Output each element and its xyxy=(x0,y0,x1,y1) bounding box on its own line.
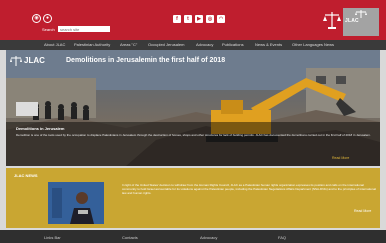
youtube-icon[interactable]: ▶ xyxy=(195,15,203,23)
hero-scale-icon xyxy=(10,56,22,66)
hero-title: Demolitions in Jerusalemin the first hal… xyxy=(66,57,226,64)
nav-item-occupied-jerusalem[interactable]: Occupied Jerusalem xyxy=(148,42,184,47)
twitter-icon[interactable]: t xyxy=(184,15,192,23)
scale-of-justice-icon xyxy=(323,12,341,29)
footer-item-links-bar[interactable]: Links Bar xyxy=(44,235,61,240)
logo[interactable]: JLAC xyxy=(343,8,379,36)
nav-item-areas-c[interactable]: Areas "C" xyxy=(120,42,137,47)
circle-icon[interactable]: ◉ xyxy=(32,14,41,23)
news-read-more-link[interactable]: Read More xyxy=(354,209,371,213)
search-input[interactable] xyxy=(58,26,110,32)
nav-item-about[interactable]: About JLAC xyxy=(44,42,65,47)
logo-text: JLAC xyxy=(345,18,359,24)
main-nav: About JLAC Palestinian Authority Areas "… xyxy=(0,40,386,50)
news-section: JLAC NEWS In light of the United States'… xyxy=(6,168,380,228)
page: ◉ ● Search f t ▶ ◎ ◠ JLAC About JLAC Pal… xyxy=(0,0,386,243)
search-label: Search xyxy=(42,27,55,32)
hero-banner[interactable]: JLAC Demolitions in Jerusalemin the firs… xyxy=(6,50,380,166)
facebook-icon[interactable]: f xyxy=(173,15,181,23)
hero-caption: Demolition is one of the tools used by t… xyxy=(16,133,371,137)
footer: Links Bar Contacts Advocacy FAQ xyxy=(0,230,386,243)
footer-item-advocacy[interactable]: Advocacy xyxy=(200,235,217,240)
footer-item-faq[interactable]: FAQ xyxy=(278,235,286,240)
nav-item-other-languages[interactable]: Other Languages News xyxy=(292,42,334,47)
footer-item-contacts[interactable]: Contacts xyxy=(122,235,138,240)
circle-icon[interactable]: ● xyxy=(43,14,52,23)
top-header: ◉ ● Search f t ▶ ◎ ◠ JLAC xyxy=(0,0,386,40)
news-text: In light of the United States' decision … xyxy=(122,183,376,196)
instagram-icon[interactable]: ◎ xyxy=(206,15,214,23)
nav-item-advocacy[interactable]: Advocacy xyxy=(196,42,213,47)
news-photo xyxy=(48,182,104,224)
hero-read-more-link[interactable]: Read More xyxy=(332,156,349,160)
nav-item-news-events[interactable]: News & Events xyxy=(255,42,282,47)
news-image[interactable] xyxy=(48,182,104,224)
rss-icon[interactable]: ◠ xyxy=(217,15,225,23)
hero-caption-title[interactable]: Demolitions in Jerusalem xyxy=(16,126,64,131)
nav-item-palestinian-authority[interactable]: Palestinian Authority xyxy=(74,42,110,47)
nav-item-publications[interactable]: Publications xyxy=(222,42,244,47)
logo-scale-icon xyxy=(355,10,367,18)
news-header: JLAC NEWS xyxy=(14,173,38,178)
hero-logo: JLAC xyxy=(10,52,45,72)
hero-logo-text: JLAC xyxy=(24,56,45,65)
